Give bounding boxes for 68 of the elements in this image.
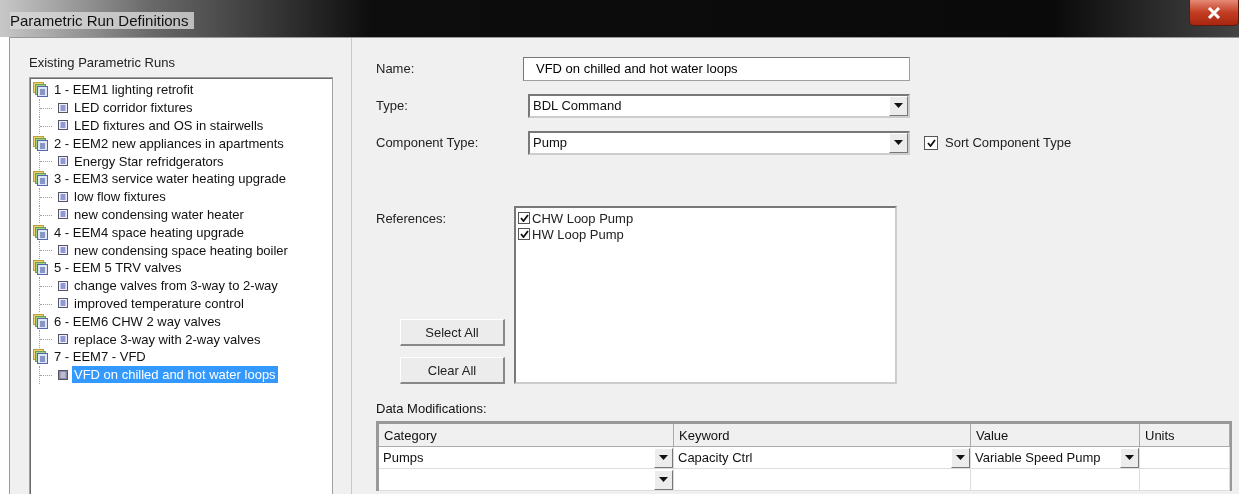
- dropdown-cell[interactable]: Capacity Ctrl: [674, 447, 971, 469]
- tree-label: Existing Parametric Runs: [29, 55, 176, 70]
- tree-item[interactable]: LED corridor fixtures: [72, 99, 195, 117]
- tree-item[interactable]: change valves from 3-way to 2-way: [72, 277, 280, 295]
- stacked-pages-icon: [33, 82, 48, 98]
- dropdown-arrow-icon: [894, 103, 903, 108]
- tree-item[interactable]: 2 - EEM2 new appliances in apartments: [52, 134, 286, 152]
- checkmark-icon: [926, 138, 936, 147]
- stacked-pages-icon: [33, 224, 48, 240]
- type-dropdown[interactable]: BDL Command: [528, 93, 910, 118]
- dropdown-cell[interactable]: Variable Speed Pump: [971, 447, 1140, 469]
- tree-item[interactable]: replace 3-way with 2-way valves: [72, 330, 263, 348]
- document-icon: [58, 298, 68, 309]
- document-icon: [58, 245, 68, 256]
- dropdown-arrow-icon: [1125, 455, 1134, 460]
- stacked-pages-icon: [33, 135, 48, 151]
- tree-item[interactable]: 3 - EEM3 service water heating upgrade: [52, 170, 288, 188]
- close-button[interactable]: [1189, 0, 1239, 26]
- document-icon: [58, 334, 68, 345]
- tree-item[interactable]: new condensing water heater: [72, 205, 246, 223]
- field-label: References:: [376, 211, 448, 226]
- document-icon: [58, 369, 68, 380]
- reference-label: CHW Loop Pump: [532, 210, 634, 226]
- document-icon: [58, 102, 68, 113]
- document-icon: [58, 280, 68, 291]
- reference-checkbox[interactable]: [518, 212, 530, 224]
- dropdown-cell[interactable]: [379, 469, 674, 491]
- field-label: Name:: [376, 61, 416, 76]
- list-button[interactable]: Select All: [400, 319, 505, 346]
- close-icon: [1207, 6, 1221, 19]
- stacked-pages-icon: [33, 313, 48, 329]
- field-label: Component Type:: [376, 135, 480, 150]
- dropdown-arrow-icon: [956, 455, 965, 460]
- tree-item[interactable]: Energy Star refridgerators: [72, 152, 226, 170]
- tree-item[interactable]: LED fixtures and OS in stairwells: [72, 117, 266, 134]
- reference-checkbox[interactable]: [518, 228, 530, 240]
- stacked-pages-icon: [33, 260, 48, 276]
- tree-item[interactable]: improved temperature control: [72, 294, 246, 312]
- stacked-pages-icon: [33, 171, 48, 187]
- field-label: Type:: [376, 98, 409, 113]
- name-field[interactable]: VFD on chilled and hot water loops: [523, 56, 910, 81]
- column-header: Value: [971, 424, 1140, 447]
- tree-item[interactable]: 6 - EEM6 CHW 2 way valves: [52, 312, 223, 330]
- document-icon: [58, 120, 68, 131]
- tree-item[interactable]: low flow fixtures: [72, 188, 168, 206]
- document-icon: [58, 191, 68, 202]
- stacked-pages-icon: [33, 349, 48, 365]
- list-button[interactable]: Clear All: [400, 357, 505, 384]
- window-title: Parametric Run Definitions: [10, 12, 195, 29]
- dropdown-cell[interactable]: Pumps: [379, 447, 674, 469]
- sort-checkbox[interactable]: [924, 135, 938, 150]
- component-type-dropdown[interactable]: Pump: [528, 130, 910, 155]
- tree-item[interactable]: 5 - EEM 5 TRV valves: [52, 259, 184, 277]
- tree-item[interactable]: 1 - EEM1 lighting retrofit: [52, 81, 196, 99]
- tree-item[interactable]: 7 - EEM7 - VFD: [52, 348, 148, 366]
- tree-item[interactable]: 4 - EEM4 space heating upgrade: [52, 223, 247, 241]
- document-icon: [58, 209, 68, 220]
- dropdown-arrow-icon: [659, 477, 668, 482]
- document-icon: [58, 156, 68, 167]
- column-header: Category: [379, 424, 674, 447]
- column-header: Units: [1140, 424, 1230, 447]
- tree-item[interactable]: new condensing space heating boiler: [72, 241, 290, 259]
- checkbox-label: Sort Component Type: [945, 135, 1072, 150]
- reference-label: HW Loop Pump: [532, 226, 624, 242]
- dropdown-arrow-icon: [659, 455, 668, 460]
- column-header: Keyword: [674, 424, 971, 447]
- section-label: Data Modifications:: [376, 401, 488, 416]
- dropdown-arrow-icon: [894, 140, 903, 145]
